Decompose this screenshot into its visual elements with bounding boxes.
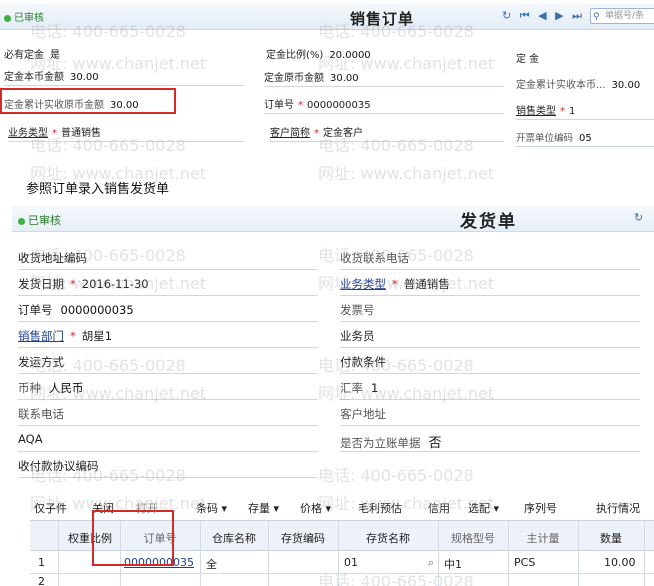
order-no-field[interactable]: 订单号 * 0000000035 (264, 96, 504, 114)
col-inventory-name[interactable]: 存货名称 (340, 530, 436, 546)
delivery-title-bar (12, 206, 654, 232)
business-type-field[interactable]: 业务类型 * 普通销售 (8, 124, 244, 142)
col-quantity[interactable]: 数量 (580, 530, 642, 546)
deposit-local-amount-field[interactable]: 定金本币金额 30.00 (4, 68, 244, 86)
deposit-orig-amount-field[interactable]: 定金原币金额 30.00 (264, 69, 504, 87)
sales-order-status: 已审核 (4, 9, 44, 24)
sales-type-field[interactable]: 销售类型 * 1 (516, 102, 654, 120)
highlight-box (0, 88, 176, 114)
search-icon: ⚲ (593, 12, 600, 22)
col-unit[interactable]: 主计量 (510, 530, 576, 546)
delivery-title: 发货单 (460, 212, 517, 232)
execution-status-button[interactable]: 执行情况 (596, 500, 640, 516)
receiving-contact-phone-field[interactable]: 收货联系电话 (340, 250, 640, 270)
col-inventory-code[interactable]: 存货编码 (270, 530, 336, 546)
col-spec[interactable]: 规格型号 (440, 530, 506, 546)
row-number: 2 (38, 575, 45, 586)
invoice-no-field[interactable]: 发票号 (340, 302, 640, 322)
receiving-address-code-field[interactable]: 收货地址编码 (18, 250, 318, 270)
delivery-note-panel: 已审核 发货单 ↻ 收货地址编码 发货日期 * 2016-11-30 订单号 0000… (4, 200, 654, 586)
status-dot-icon (4, 14, 11, 22)
price-menu-button[interactable]: 价格 ▾ (300, 500, 331, 516)
gross-profit-estimate-button[interactable]: 毛利预估 (358, 500, 402, 516)
deposit-cumulative-local-field[interactable]: 定金累计实收本币... 30.00 (516, 76, 654, 91)
table-row[interactable]: 2 (30, 575, 654, 586)
order-no-field[interactable]: 订单号 0000000035 (18, 302, 318, 322)
warehouse-cell[interactable]: 全 (206, 556, 217, 572)
must-deposit-field[interactable]: 必有定金是 (4, 46, 60, 61)
business-type-field[interactable]: 业务类型 * 普通销售 (340, 276, 640, 296)
salesperson-field[interactable]: 业务员 (340, 328, 640, 348)
record-navigation: ↻ ⏮ ◀ ▶ ⏭ (502, 9, 587, 23)
currency-field[interactable]: 币种 人民币 (18, 380, 318, 400)
spec-cell[interactable]: 中1 (444, 556, 462, 572)
contact-phone-field[interactable]: 联系电话 (18, 406, 318, 426)
last-record-icon[interactable]: ⏭ (572, 9, 582, 22)
is-ledger-document-field[interactable]: 是否为立账单据否 (340, 432, 640, 452)
highlight-box (92, 510, 174, 566)
children-only-button[interactable]: 仅子件 (34, 500, 67, 516)
prev-record-icon[interactable]: ◀ (538, 9, 546, 22)
payment-terms-field[interactable]: 付款条件 (340, 354, 640, 374)
serial-number-button[interactable]: 序列号 (524, 500, 557, 516)
invoice-unit-field[interactable]: 开票单位编码 05 (516, 130, 654, 147)
configure-menu-button[interactable]: 选配 ▾ (468, 500, 499, 516)
first-record-icon[interactable]: ⏮ (520, 9, 530, 22)
status-dot-icon (18, 217, 25, 225)
sales-order-panel: 已审核 销售订单 ↻ ⏮ ◀ ▶ ⏭ ⚲ 单据号/条 必有定金是 定金比例(%) 2… (0, 0, 654, 168)
section-caption: 参照订单录入销售发货单 (26, 182, 170, 197)
row-number: 1 (38, 556, 45, 569)
unit-cell[interactable]: PCS (514, 556, 535, 569)
customer-address-field[interactable]: 客户地址 (340, 406, 640, 426)
col-warehouse[interactable]: 仓库名称 (202, 530, 266, 546)
exchange-rate-field[interactable]: 汇率 1 (340, 380, 640, 400)
deposit-ratio-field[interactable]: 定金比例(%) 20.0000 (266, 46, 371, 61)
aqa-field[interactable]: AQA (18, 432, 318, 452)
delivery-date-field[interactable]: 发货日期 * 2016-11-30 (18, 276, 318, 296)
refresh-icon[interactable]: ↻ (502, 9, 511, 22)
attachment-icon[interactable]: ⌕ (428, 556, 434, 570)
shipping-method-field[interactable]: 发运方式 (18, 354, 318, 374)
sales-department-field[interactable]: 销售部门 * 胡星1 (18, 328, 318, 348)
barcode-menu-button[interactable]: 条码 ▾ (196, 500, 227, 516)
deposit-label: 定 金 (516, 54, 540, 65)
customer-field[interactable]: 客户简称 * 定金客户 (270, 124, 504, 142)
sales-order-title: 销售订单 (350, 10, 415, 28)
delivery-status: 已审核 (18, 212, 61, 228)
payment-agreement-code-field[interactable]: 收付款协议编码 (18, 458, 318, 478)
next-record-icon[interactable]: ▶ (555, 9, 563, 22)
inventory-name-cell[interactable]: 01 (344, 556, 358, 569)
refresh-icon[interactable]: ↻ (634, 211, 643, 224)
stock-menu-button[interactable]: 存量 ▾ (248, 500, 279, 516)
quantity-cell[interactable]: 10.00 (604, 556, 636, 569)
document-search-input[interactable]: ⚲ 单据号/条 (590, 8, 654, 24)
credit-button[interactable]: 信用 (428, 500, 450, 516)
